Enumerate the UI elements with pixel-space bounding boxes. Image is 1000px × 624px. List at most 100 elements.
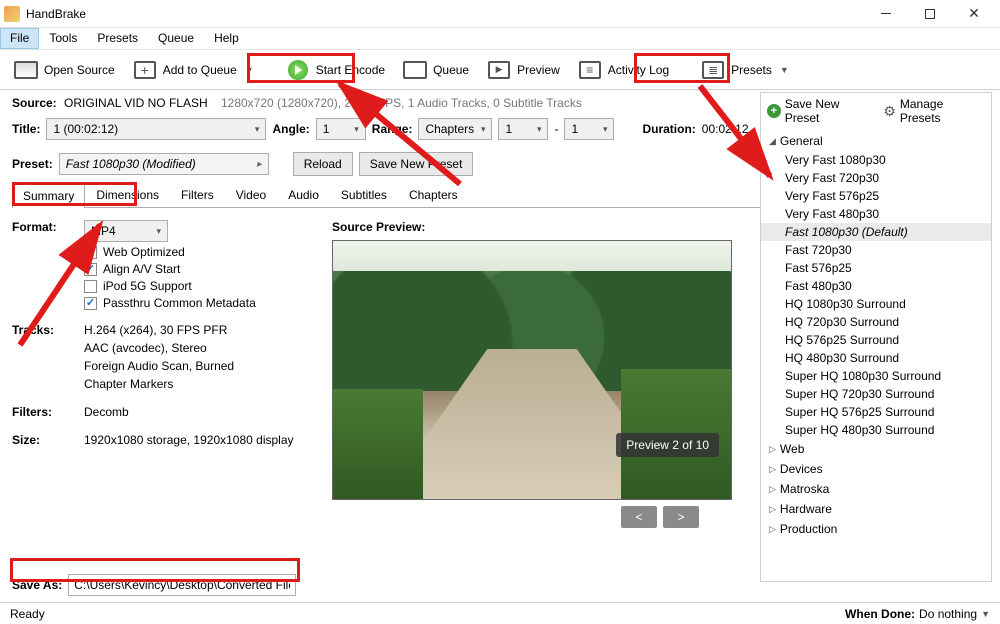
reload-button[interactable]: Reload <box>293 152 353 176</box>
duration-label: Duration: <box>642 122 695 136</box>
save-as-row: Save As: <box>12 574 296 596</box>
save-as-label: Save As: <box>12 578 62 592</box>
preview-button[interactable]: Preview <box>479 54 568 86</box>
menu-queue[interactable]: Queue <box>148 28 204 49</box>
preset-item[interactable]: HQ 720p30 Surround <box>761 313 991 331</box>
start-encode-button[interactable]: Start Encode <box>278 54 393 86</box>
preset-item[interactable]: HQ 480p30 Surround <box>761 349 991 367</box>
preset-item[interactable]: HQ 1080p30 Surround <box>761 295 991 313</box>
presets-icon <box>701 58 725 82</box>
preset-category[interactable]: ◢General <box>761 131 991 151</box>
preview-next-button[interactable]: > <box>663 506 699 528</box>
duration-value: 00:02:12 <box>702 122 749 136</box>
log-icon <box>578 58 602 82</box>
tab-audio[interactable]: Audio <box>277 182 330 207</box>
menu-tools[interactable]: Tools <box>39 28 87 49</box>
tab-dimensions[interactable]: Dimensions <box>85 182 170 207</box>
status-text: Ready <box>10 607 45 621</box>
play-icon <box>288 60 308 80</box>
angle-select[interactable]: 1▾ <box>316 118 366 140</box>
chevron-down-icon: ▼ <box>981 609 990 619</box>
preset-item[interactable]: Super HQ 576p25 Surround <box>761 403 991 421</box>
ipod-checkbox[interactable]: iPod 5G Support <box>84 279 312 293</box>
preset-label: Preset: <box>12 157 53 171</box>
filters-label: Filters: <box>12 405 84 419</box>
start-encode-label: Start Encode <box>316 63 385 77</box>
queue-icon <box>403 58 427 82</box>
preset-dropdown[interactable]: Fast 1080p30 (Modified)▸ <box>59 153 269 175</box>
preset-category[interactable]: ▷Matroska <box>761 479 991 499</box>
preset-item[interactable]: Fast 576p25 <box>761 259 991 277</box>
preset-item[interactable]: Very Fast 1080p30 <box>761 151 991 169</box>
preset-category[interactable]: ▷Hardware <box>761 499 991 519</box>
preset-item[interactable]: Fast 720p30 <box>761 241 991 259</box>
preset-category[interactable]: ▷Web <box>761 439 991 459</box>
preview-icon <box>487 58 511 82</box>
range-dash: - <box>554 122 558 136</box>
tracks-label: Tracks: <box>12 323 84 395</box>
panel-save-new-preset[interactable]: + Save New Preset <box>767 97 875 125</box>
menu-presets[interactable]: Presets <box>87 28 148 49</box>
source-name: ORIGINAL VID NO FLASH <box>64 96 208 110</box>
preset-item[interactable]: HQ 576p25 Surround <box>761 331 991 349</box>
tab-subtitles[interactable]: Subtitles <box>330 182 398 207</box>
preset-item[interactable]: Very Fast 576p25 <box>761 187 991 205</box>
tab-summary[interactable]: Summary <box>12 183 85 208</box>
range-from-select[interactable]: 1▾ <box>498 118 548 140</box>
app-icon <box>4 6 20 22</box>
preset-item[interactable]: Super HQ 720p30 Surround <box>761 385 991 403</box>
add-queue-icon <box>133 58 157 82</box>
when-done-label: When Done: <box>845 607 915 621</box>
size-label: Size: <box>12 433 84 447</box>
presets-panel: + Save New Preset Manage Presets ◢Genera… <box>760 92 992 582</box>
menu-file[interactable]: File <box>0 28 39 49</box>
title-select[interactable]: 1 (00:02:12)▾ <box>46 118 266 140</box>
when-done-value[interactable]: Do nothing <box>919 607 977 621</box>
window-title: HandBrake <box>26 7 864 21</box>
maximize-button[interactable] <box>908 0 952 28</box>
web-optimized-checkbox[interactable]: Web Optimized <box>84 245 312 259</box>
tab-chapters[interactable]: Chapters <box>398 182 469 207</box>
format-label: Format: <box>12 220 84 313</box>
save-new-preset-button[interactable]: Save New Preset <box>359 152 474 176</box>
status-bar: Ready When Done: Do nothing ▼ <box>0 602 1000 624</box>
preset-item[interactable]: Fast 1080p30 (Default) <box>761 223 991 241</box>
close-button[interactable]: ✕ <box>952 0 996 28</box>
chevron-down-icon: ▼ <box>245 65 254 75</box>
minimize-button[interactable] <box>864 0 908 28</box>
title-bar: HandBrake ✕ <box>0 0 1000 28</box>
range-to-select[interactable]: 1▾ <box>564 118 614 140</box>
preset-item[interactable]: Very Fast 480p30 <box>761 205 991 223</box>
preset-category[interactable]: ▷Devices <box>761 459 991 479</box>
align-av-checkbox[interactable]: Align A/V Start <box>84 262 312 276</box>
format-select[interactable]: MP4▾ <box>84 220 168 242</box>
manage-presets-button[interactable]: Manage Presets <box>883 97 985 125</box>
toolbar: Open Source Add to Queue ▼ Start Encode … <box>0 50 1000 90</box>
activity-log-button[interactable]: Activity Log <box>570 54 677 86</box>
angle-label: Angle: <box>272 122 309 136</box>
open-source-label: Open Source <box>44 63 115 77</box>
preset-item[interactable]: Super HQ 480p30 Surround <box>761 421 991 439</box>
presets-button[interactable]: Presets ▼ <box>693 54 797 86</box>
menu-help[interactable]: Help <box>204 28 249 49</box>
preset-tree: ◢GeneralVery Fast 1080p30Very Fast 720p3… <box>761 129 991 581</box>
queue-button[interactable]: Queue <box>395 54 477 86</box>
title-label: Title: <box>12 122 40 136</box>
passthru-checkbox[interactable]: Passthru Common Metadata <box>84 296 312 310</box>
size-value: 1920x1080 storage, 1920x1080 display <box>84 433 312 447</box>
menu-bar: File Tools Presets Queue Help <box>0 28 1000 50</box>
preset-item[interactable]: Fast 480p30 <box>761 277 991 295</box>
tab-filters[interactable]: Filters <box>170 182 225 207</box>
add-to-queue-button[interactable]: Add to Queue ▼ <box>125 54 262 86</box>
range-mode-select[interactable]: Chapters▾ <box>418 118 492 140</box>
preview-label: Preview <box>517 63 560 77</box>
tab-video[interactable]: Video <box>225 182 277 207</box>
preset-item[interactable]: Very Fast 720p30 <box>761 169 991 187</box>
open-icon <box>14 58 38 82</box>
preview-prev-button[interactable]: < <box>621 506 657 528</box>
open-source-button[interactable]: Open Source <box>6 54 123 86</box>
preset-category[interactable]: ▷Production <box>761 519 991 539</box>
preset-item[interactable]: Super HQ 1080p30 Surround <box>761 367 991 385</box>
save-as-input[interactable] <box>68 574 296 596</box>
add-queue-label: Add to Queue <box>163 63 237 77</box>
